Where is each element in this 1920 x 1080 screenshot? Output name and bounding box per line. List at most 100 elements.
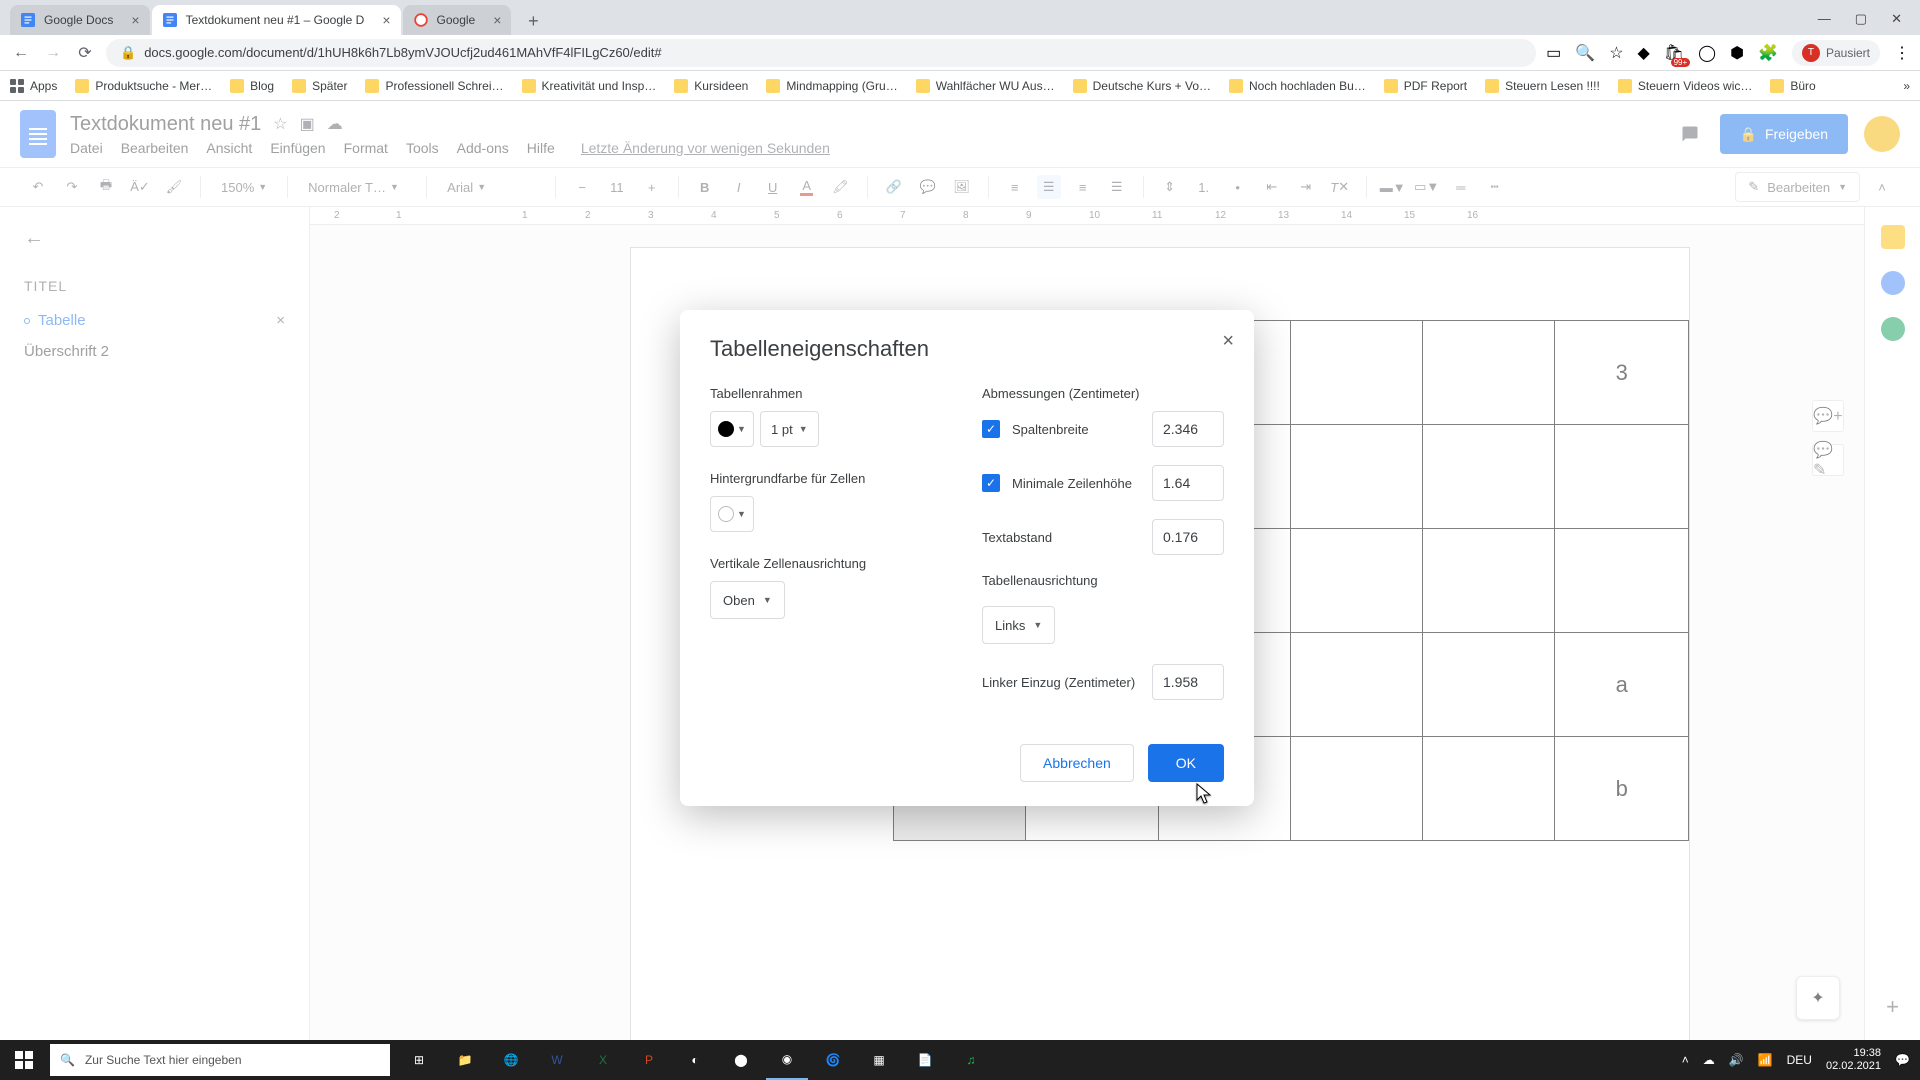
chrome-icon[interactable]: ◉ xyxy=(766,1040,808,1080)
volume-icon[interactable]: 🔊 xyxy=(1729,1053,1744,1067)
bookmark-item[interactable]: Später xyxy=(292,79,347,93)
keep-icon[interactable] xyxy=(1881,225,1905,249)
edge-icon[interactable]: 🌐 xyxy=(490,1040,532,1080)
outline-item-active[interactable]: Tabelle × xyxy=(24,312,285,329)
indent-decrease-button[interactable]: ⇤ xyxy=(1260,175,1284,199)
border-color-select[interactable]: ▼ xyxy=(710,411,754,447)
task-view-button[interactable]: ⊞ xyxy=(398,1040,440,1080)
minimize-button[interactable]: — xyxy=(1818,11,1831,27)
cast-icon[interactable]: ▭ xyxy=(1546,43,1561,63)
bookmark-item[interactable]: Steuern Lesen !!!! xyxy=(1485,79,1600,93)
format-paint-button[interactable]: 🖌 xyxy=(162,175,186,199)
bulleted-list-button[interactable]: • xyxy=(1226,175,1250,199)
back-button[interactable]: ← xyxy=(10,42,32,64)
numbered-list-button[interactable]: 1. xyxy=(1192,175,1216,199)
contacts-icon[interactable] xyxy=(1881,317,1905,341)
padding-input[interactable] xyxy=(1152,519,1224,555)
dialog-close-button[interactable]: × xyxy=(1222,330,1234,353)
star-icon[interactable]: ☆ xyxy=(273,114,287,134)
wifi-icon[interactable]: 📶 xyxy=(1758,1053,1773,1067)
obs-icon[interactable]: ⬤ xyxy=(720,1040,762,1080)
start-button[interactable] xyxy=(0,1040,48,1080)
excel-icon[interactable]: X xyxy=(582,1040,624,1080)
bookmark-item[interactable]: Mindmapping (Gru… xyxy=(766,79,897,93)
zoom-select[interactable]: 150%▼ xyxy=(215,180,273,195)
line-spacing-button[interactable]: ⇕ xyxy=(1158,175,1182,199)
font-size-decrease[interactable]: − xyxy=(570,175,594,199)
redo-button[interactable]: ↷ xyxy=(60,175,84,199)
table-align-select[interactable]: Links▼ xyxy=(982,606,1055,644)
word-icon[interactable]: W xyxy=(536,1040,578,1080)
profile-button[interactable]: T Pausiert xyxy=(1792,40,1880,66)
style-select[interactable]: Normaler T…▼ xyxy=(302,180,412,195)
notepad-icon[interactable]: 📄 xyxy=(904,1040,946,1080)
star-icon[interactable]: ☆ xyxy=(1609,43,1623,63)
align-right-button[interactable]: ≡ xyxy=(1071,175,1095,199)
close-icon[interactable]: × xyxy=(493,12,501,28)
bg-color-select[interactable]: ▼ xyxy=(710,496,754,532)
maximize-button[interactable]: ▢ xyxy=(1855,11,1867,27)
font-size-increase[interactable]: + xyxy=(640,175,664,199)
close-icon[interactable]: × xyxy=(131,12,139,28)
share-button[interactable]: 🔒 Freigeben xyxy=(1720,114,1848,154)
menu-button[interactable]: ⋮ xyxy=(1894,43,1910,63)
forward-button[interactable]: → xyxy=(42,42,64,64)
menu-edit[interactable]: Bearbeiten xyxy=(121,140,189,156)
browser-tab-2[interactable]: Google × xyxy=(403,5,512,35)
outline-back-button[interactable]: ← xyxy=(24,227,285,250)
font-select[interactable]: Arial▼ xyxy=(441,180,541,195)
collapse-toolbar-button[interactable]: ˄ xyxy=(1870,175,1894,199)
edit-mode-select[interactable]: ✎ Bearbeiten ▼ xyxy=(1735,172,1860,202)
spellcheck-button[interactable]: Ä✓ xyxy=(128,175,152,199)
bookmark-item[interactable]: Kursideen xyxy=(674,79,748,93)
add-comment-button[interactable]: 💬+ xyxy=(1812,400,1844,432)
last-edit-link[interactable]: Letzte Änderung vor wenigen Sekunden xyxy=(581,140,830,156)
highlight-button[interactable]: 🖍 xyxy=(829,175,853,199)
bookmark-item[interactable]: Wahlfächer WU Aus… xyxy=(916,79,1055,93)
bookmark-item[interactable]: Deutsche Kurs + Vo… xyxy=(1073,79,1211,93)
menu-insert[interactable]: Einfügen xyxy=(270,140,325,156)
col-width-checkbox[interactable]: ✓ xyxy=(982,420,1000,438)
bookmark-item[interactable]: Steuern Videos wic… xyxy=(1618,79,1753,93)
align-left-button[interactable]: ≡ xyxy=(1003,175,1027,199)
add-panel-button[interactable]: + xyxy=(1886,994,1899,1020)
new-tab-button[interactable]: + xyxy=(519,7,547,35)
spotify-icon[interactable]: ♫ xyxy=(950,1040,992,1080)
explorer-icon[interactable]: 📁 xyxy=(444,1040,486,1080)
docs-logo[interactable] xyxy=(20,110,56,158)
app-icon[interactable]: ◐ xyxy=(674,1040,716,1080)
menu-file[interactable]: Datei xyxy=(70,140,103,156)
language-indicator[interactable]: DEU xyxy=(1787,1053,1812,1067)
menu-format[interactable]: Format xyxy=(344,140,388,156)
valign-select[interactable]: Oben▼ xyxy=(710,581,785,619)
bookmarks-overflow[interactable]: » xyxy=(1903,79,1910,93)
cloud-status-icon[interactable]: ☁ xyxy=(327,114,343,134)
border-width-select[interactable]: 1 pt▼ xyxy=(760,411,819,447)
comments-button[interactable] xyxy=(1676,120,1704,148)
bold-button[interactable]: B xyxy=(693,175,717,199)
bookmark-item[interactable]: PDF Report xyxy=(1384,79,1467,93)
fill-color-button[interactable]: ▬▼ xyxy=(1381,175,1405,199)
ok-button[interactable]: OK xyxy=(1148,744,1224,782)
indent-increase-button[interactable]: ⇥ xyxy=(1294,175,1318,199)
indent-input[interactable] xyxy=(1152,664,1224,700)
comment-button[interactable]: 💬 xyxy=(916,175,940,199)
italic-button[interactable]: I xyxy=(727,175,751,199)
clear-format-button[interactable]: T✕ xyxy=(1328,175,1352,199)
undo-button[interactable]: ↶ xyxy=(26,175,50,199)
taskbar-search[interactable]: 🔍 Zur Suche Text hier eingeben xyxy=(50,1044,390,1076)
suggest-button[interactable]: 💬✎ xyxy=(1812,444,1844,476)
ext-icon-3[interactable]: ⬢ xyxy=(1730,43,1744,63)
close-icon[interactable]: × xyxy=(276,312,285,329)
text-color-button[interactable]: A xyxy=(795,175,819,199)
powerpoint-icon[interactable]: P xyxy=(628,1040,670,1080)
bookmark-item[interactable]: Büro xyxy=(1770,79,1815,93)
ext-icon-1[interactable]: ◆ xyxy=(1638,43,1650,63)
browser-tab-1[interactable]: Textdokument neu #1 – Google D × xyxy=(152,5,401,35)
apps-button[interactable]: Apps xyxy=(10,79,57,93)
bookmark-item[interactable]: Blog xyxy=(230,79,274,93)
document-title[interactable]: Textdokument neu #1 xyxy=(70,113,261,136)
account-avatar[interactable] xyxy=(1864,116,1900,152)
tray-expand-button[interactable]: ˄ xyxy=(1682,1053,1689,1067)
row-height-input[interactable] xyxy=(1152,465,1224,501)
